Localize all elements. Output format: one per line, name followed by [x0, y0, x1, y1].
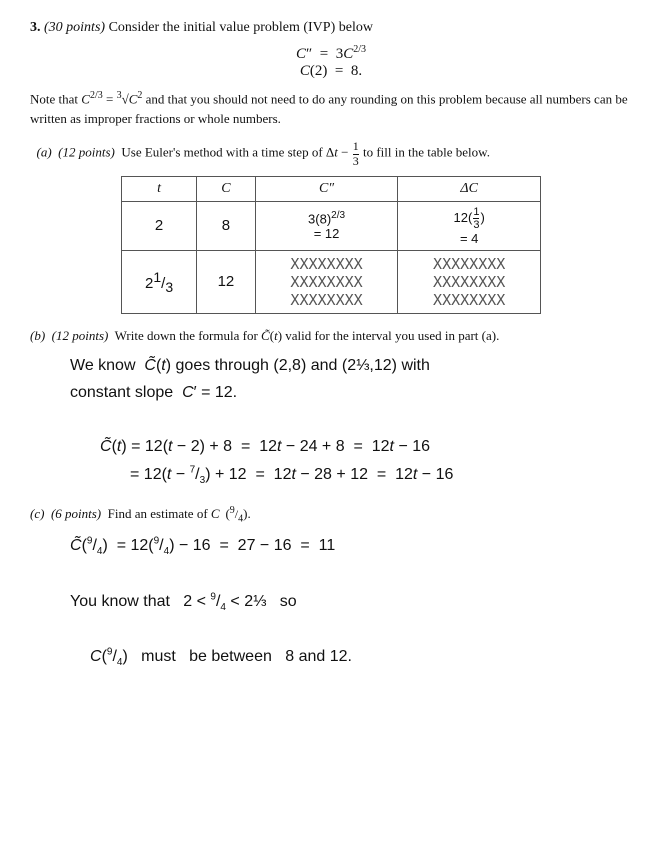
part-c-header: (c) (6 points) Find an estimate of C (9/… — [30, 505, 632, 524]
col-dc: ΔC — [398, 176, 541, 201]
part-b-solution: We know C̃(t) goes through (2,8) and (2⅓… — [70, 352, 632, 489]
row2-c: 12 — [197, 250, 256, 313]
row1-c: 8 — [197, 201, 256, 250]
part-c-spacer — [70, 560, 632, 587]
part-c-spacer2 — [70, 616, 632, 643]
problem-header: 3. (30 points) Consider the initial valu… — [30, 20, 632, 36]
part-b-line1: We know C̃(t) goes through (2,8) and (2⅓… — [70, 352, 632, 379]
table-row-2: 21/3 12 XXXXXXXXXXXXXXXXXXXXXXXX XXXXXXX… — [122, 250, 541, 313]
part-a: (a) (12 points) Use Euler's method with … — [30, 140, 632, 314]
part-c-eq1: C̃(9/4) = 12(9/4) − 16 = 27 − 16 = 11 — [70, 532, 632, 560]
part-c-solution: C̃(9/4) = 12(9/4) − 16 = 27 − 16 = 11 Yo… — [70, 532, 632, 671]
problem-number: 3. — [30, 20, 41, 35]
part-c-conclusion: C(9/4) must be between 8 and 12. — [90, 643, 632, 671]
col-c: C — [197, 176, 256, 201]
problem-description: Consider the initial value problem (IVP)… — [109, 20, 373, 35]
note-text: Note that C2/3 = 3√C2 and that you shoul… — [30, 88, 632, 128]
and-text: and — [299, 648, 326, 665]
euler-table: t C C″ ΔC 2 8 3(8)2/3= 12 12(13)= 4 21/3 — [121, 176, 541, 314]
row1-dc: 12(13)= 4 — [398, 201, 541, 250]
part-b-spacer — [70, 406, 632, 433]
col-t: t — [122, 176, 197, 201]
part-b-eq2: = 12(t − 7/3) + 12 = 12t − 28 + 12 = 12t… — [130, 461, 632, 489]
part-b: (b) (12 points) Write down the formula f… — [30, 328, 632, 489]
part-c-line2: You know that 2 < 9/4 < 2⅓ so — [70, 588, 632, 616]
row2-cpp: XXXXXXXXXXXXXXXXXXXXXXXX — [255, 250, 398, 313]
delta-t-frac: 1 3 — [353, 140, 359, 167]
table-row-1: 2 8 3(8)2/3= 12 12(13)= 4 — [122, 201, 541, 250]
part-b-line2: constant slope C′ = 12. — [70, 379, 632, 406]
ivp-equations: C″ = 3C2/3 C(2) = 8. — [30, 44, 632, 80]
row1-t: 2 — [122, 201, 197, 250]
part-a-header: (a) (12 points) Use Euler's method with … — [30, 140, 632, 167]
row2-t: 21/3 — [122, 250, 197, 313]
part-b-header: (b) (12 points) Write down the formula f… — [30, 328, 632, 344]
row1-cpp: 3(8)2/3= 12 — [255, 201, 398, 250]
col-cpp: C″ — [255, 176, 398, 201]
part-b-eq1: C̃(t) = 12(t − 2) + 8 = 12t − 24 + 8 = 1… — [100, 433, 632, 460]
ivp-eq2: C(2) = 8. — [30, 63, 632, 80]
ivp-eq1: C″ = 3C2/3 — [30, 44, 632, 63]
row2-dc: XXXXXXXXXXXXXXXXXXXXXXXX — [398, 250, 541, 313]
problem-points: (30 points) — [44, 20, 109, 35]
part-c: (c) (6 points) Find an estimate of C (9/… — [30, 505, 632, 671]
